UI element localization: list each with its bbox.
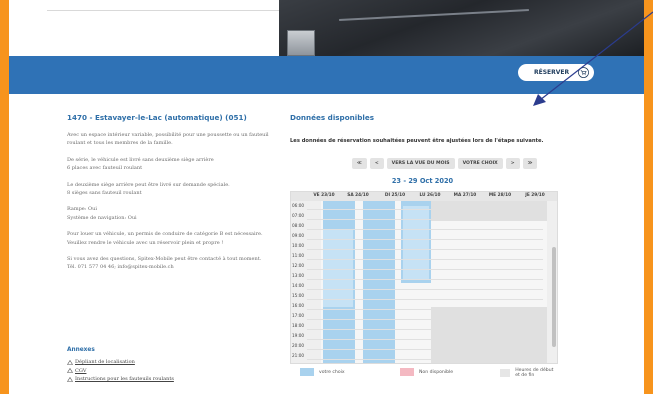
next-week-button[interactable]: >	[505, 158, 520, 169]
annex-link-localisation[interactable]: Dépliant de localisation	[67, 358, 267, 367]
annex-link-label: Instructions pour les fauteuils roulants	[75, 376, 174, 383]
reserve-button-label: RÉSERVER	[534, 69, 570, 76]
vehicle-photo	[279, 0, 644, 56]
document-icon	[67, 359, 73, 365]
hour-label: 07:00	[292, 213, 305, 218]
availability-note: Les données de réservation souhaitées pe…	[290, 138, 544, 144]
hour-line	[307, 229, 543, 230]
day-header: LU 26/10	[419, 193, 441, 198]
hour-label: 06:00	[292, 203, 305, 208]
hour-line	[307, 329, 543, 330]
vehicle-description: 1470 - Estavayer-le-Lac (automatique) (0…	[67, 113, 277, 280]
hour-label: 20:00	[292, 343, 305, 348]
annexes-title: Annexes	[67, 347, 95, 353]
hour-line	[307, 249, 543, 250]
document-icon	[67, 376, 73, 382]
hour-label: 21:00	[292, 353, 305, 358]
hour-line	[307, 349, 543, 350]
day-header: JE 29/10	[525, 193, 545, 198]
legend-label: Heures de début et de fin	[515, 368, 554, 378]
hour-line	[307, 319, 543, 320]
legend-choice: votre choix	[300, 368, 345, 376]
hour-label: 16:00	[292, 303, 305, 308]
hour-line	[307, 359, 543, 360]
date-range: 23 - 29 Oct 2020	[391, 177, 454, 185]
hour-line	[307, 299, 543, 300]
day-header: DI 25/10	[384, 193, 406, 198]
calendar-nav: ≪ < VERS LA VUE DU MOIS VOTRE CHOIX > ≫	[352, 158, 538, 169]
hour-line	[307, 309, 543, 310]
reserve-button[interactable]: RÉSERVER	[518, 64, 594, 81]
header-bar: RÉSERVER	[9, 56, 644, 94]
availability-title: Données disponibles	[290, 113, 374, 122]
hour-label: 18:00	[292, 323, 305, 328]
day-header: VE 23/10	[313, 193, 335, 198]
hour-line	[307, 279, 543, 280]
legend-unavailable: Non disponible	[400, 368, 453, 376]
prev-week-button[interactable]: <	[369, 158, 384, 169]
cart-icon	[578, 67, 589, 78]
vehicle-paragraph: Avec un espace intérieur variable, possi…	[67, 132, 269, 147]
annex-link-label: Dépliant de localisation	[75, 359, 135, 365]
hour-line	[307, 239, 543, 240]
hour-label: 10:00	[292, 243, 305, 248]
hour-label: 09:00	[292, 233, 305, 238]
hour-line	[307, 259, 543, 260]
legend-swatch	[300, 368, 314, 376]
vehicle-paragraph: Si vous avez des questions, Spitex-Mobil…	[67, 256, 262, 271]
document-icon	[67, 368, 73, 374]
hour-label: 11:00	[292, 253, 305, 258]
hour-line	[307, 289, 543, 290]
hour-label: 12:00	[292, 263, 305, 268]
day-header: MA 27/10	[453, 193, 477, 198]
hour-label: 13:00	[292, 273, 305, 278]
hour-line	[307, 209, 543, 210]
annex-link-cgv[interactable]: CGV	[67, 367, 267, 376]
first-week-button[interactable]: ≪	[352, 158, 367, 169]
hour-label: 08:00	[292, 223, 305, 228]
legend-hours: Heures de début et de fin	[500, 368, 558, 378]
vehicle-plate	[287, 30, 315, 56]
hours-shade-top	[431, 201, 547, 221]
annex-link-label: CGV	[75, 367, 87, 374]
hour-line	[307, 269, 543, 270]
hour-label: 19:00	[292, 333, 305, 338]
page-frame: RÉSERVER 1470 - Estavayer-le-Lac (automa…	[9, 0, 644, 394]
vehicle-highlight	[339, 9, 529, 21]
day-header: SA 24/10	[347, 193, 369, 198]
calendar-scrollbar[interactable]	[552, 202, 556, 362]
booking-highlight	[323, 229, 353, 307]
calendar-legend: votre choix Non disponible Heures de déb…	[290, 368, 558, 380]
hour-label: 14:00	[292, 283, 305, 288]
calendar-grid[interactable]: VE 23/10 SA 24/10 DI 25/10 LU 26/10 MA 2…	[290, 191, 558, 364]
legend-label: votre choix	[319, 369, 345, 375]
vehicle-paragraph: Le deuxième siège arrière peut être livr…	[67, 181, 230, 197]
vehicle-paragraph: De série, le véhicule est livré sans deu…	[67, 156, 214, 172]
hour-line	[307, 339, 543, 340]
legend-label: Non disponible	[419, 369, 454, 375]
month-view-button[interactable]: VERS LA VUE DU MOIS	[386, 158, 455, 169]
last-week-button[interactable]: ≫	[522, 158, 538, 169]
vehicle-paragraph: Rampe: Oui Système de navigation: Oui	[67, 206, 137, 221]
your-choice-button[interactable]: VOTRE CHOIX	[457, 158, 503, 169]
annex-link-wheelchair[interactable]: Instructions pour les fauteuils roulants	[67, 375, 267, 384]
hours-shade-bottom	[431, 307, 547, 363]
legend-swatch	[400, 368, 414, 376]
hour-label: 15:00	[292, 293, 305, 298]
annexes-section: Annexes Dépliant de localisation CGV Ins…	[67, 347, 267, 384]
vehicle-paragraph: Pour louer un véhicule, un permis de con…	[67, 231, 263, 246]
scroll-thumb[interactable]	[552, 247, 556, 347]
availability-section: Données disponibles Les données de réser…	[290, 113, 640, 378]
legend-swatch	[500, 369, 511, 377]
hour-label: 17:00	[292, 313, 305, 318]
day-header: ME 28/10	[488, 193, 512, 198]
vehicle-title: 1470 - Estavayer-le-Lac (automatique) (0…	[67, 113, 247, 122]
hour-line	[307, 219, 543, 220]
